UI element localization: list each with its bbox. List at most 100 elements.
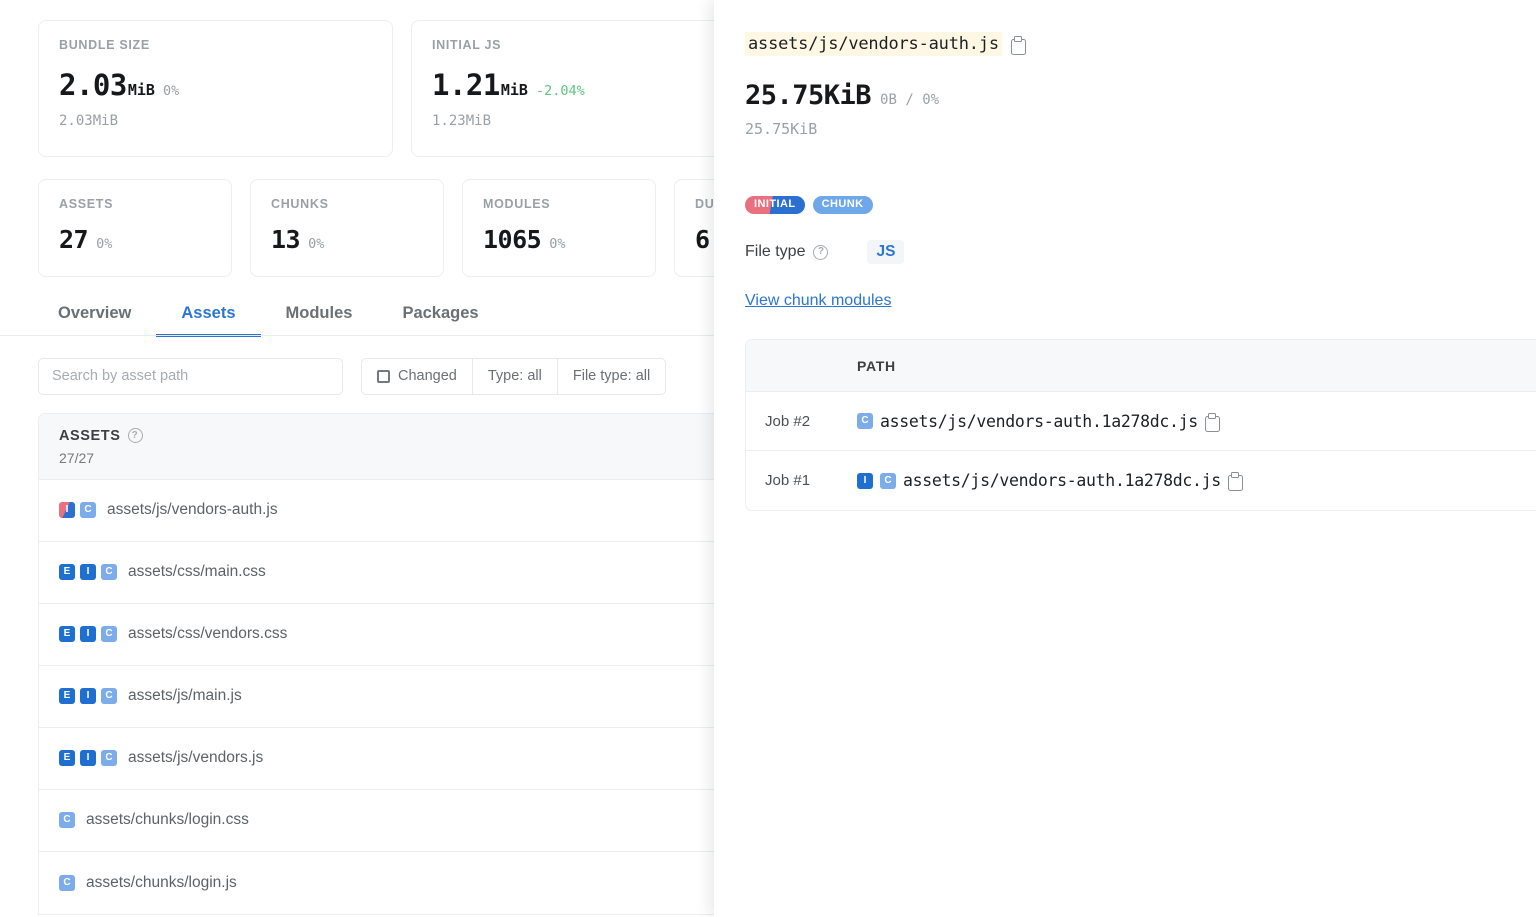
filter-changed-button[interactable]: Changed: [362, 358, 473, 394]
detail-size-delta: 0B / 0%: [880, 92, 940, 108]
stat-value-delta: 0%: [549, 235, 566, 252]
filter-segment-group: Changed Type: all File type: all: [361, 357, 667, 395]
stat-card-bundle-size[interactable]: BUNDLE SIZE 2.03 MiB 0% 2.03MiB: [38, 20, 393, 157]
chunk-badge-icon: C: [59, 812, 75, 828]
stat-value-number: 1.21: [432, 67, 500, 102]
detail-asset-path: assets/js/vendors-auth.js: [745, 32, 1002, 56]
entry-badge-icon: E: [59, 688, 75, 704]
stat-card-initial-js[interactable]: INITIAL JS 1.21 MiB -2.04% 1.23MiB: [411, 20, 766, 157]
asset-path-label: assets/chunks/login.css: [86, 811, 249, 828]
tab-modules[interactable]: Modules: [261, 305, 378, 336]
stat-value-number: 2.03: [59, 67, 127, 102]
tab-assets[interactable]: Assets: [156, 305, 261, 336]
stat-value-number: 1065: [483, 224, 542, 254]
view-chunk-modules-link[interactable]: View chunk modules: [745, 292, 891, 310]
stat-card-value: 2.03 MiB 0%: [59, 68, 372, 102]
detail-file-type-row: File type ? JS: [745, 240, 1536, 264]
stat-value-delta: 0%: [308, 235, 325, 252]
status-badge-chunk: CHUNK: [812, 196, 873, 214]
chunk-badge-icon: C: [59, 874, 75, 891]
filter-changed-label: Changed: [398, 368, 457, 384]
stat-card-label: BUNDLE SIZE: [59, 38, 150, 52]
chunk-badge-icon: C: [101, 564, 117, 580]
detail-size-value: 25.75KiB: [745, 80, 872, 111]
stat-card-label: MODULES: [483, 197, 551, 211]
table-header-path: PATH: [857, 357, 896, 374]
entry-badge-icon: E: [59, 564, 75, 580]
chunk-badge-icon: C: [80, 502, 96, 518]
file-type-value: JS: [867, 240, 905, 264]
table-header-row: PATH: [746, 340, 1536, 392]
table-cell-path: I C assets/js/vendors-auth.1a278dc.js: [857, 471, 1243, 491]
stat-value-unit: MiB: [500, 80, 528, 99]
table-cell-job: Job #1: [765, 472, 811, 489]
initial-badge-icon: I: [80, 564, 96, 580]
stat-value-delta: 0%: [96, 235, 113, 252]
checkbox-icon: [377, 369, 390, 383]
stat-card-value: 27 0%: [59, 225, 211, 254]
assets-list-title: ASSETS: [59, 427, 121, 444]
file-type-label-group: File type ?: [745, 243, 829, 261]
file-type-label: File type: [745, 243, 806, 260]
filter-file-type-button[interactable]: File type: all: [558, 359, 665, 394]
table-cell-path: C assets/js/vendors-auth.1a278dc.js: [857, 411, 1220, 432]
stat-card-label: CHUNKS: [271, 197, 329, 211]
copy-icon[interactable]: [1010, 35, 1026, 55]
stat-card-chunks[interactable]: CHUNKS 13 0%: [250, 179, 444, 277]
initial-badge-icon: I: [80, 626, 96, 642]
copy-icon[interactable]: [1227, 472, 1243, 491]
tab-packages[interactable]: Packages: [377, 305, 503, 336]
stat-card-value: 13 0%: [271, 225, 423, 254]
detail-tag-row: INITIAL CHUNK: [745, 196, 1536, 214]
stat-value-number: 13: [271, 224, 301, 254]
chunk-badge-icon: C: [880, 472, 896, 489]
stat-card-baseline: 1.23MiB: [432, 112, 492, 129]
stat-card-value: 1065 0%: [483, 225, 635, 254]
stat-value-delta: 0%: [162, 82, 180, 99]
copy-icon[interactable]: [1204, 412, 1220, 432]
stat-value-unit: MiB: [127, 80, 155, 99]
asset-path-label: assets/js/vendors.js: [128, 749, 264, 766]
entry-badge-icon: E: [59, 750, 75, 766]
chunk-badge-icon: C: [101, 750, 117, 766]
chunk-badge-icon: C: [857, 413, 873, 429]
initial-badge-icon: I: [80, 750, 96, 766]
table-cell-job: Job #2: [765, 412, 811, 430]
stat-card-baseline: 2.03MiB: [59, 112, 119, 129]
status-badge-initial: INITIAL: [745, 196, 805, 214]
stat-value-number: 27: [59, 224, 89, 254]
detail-path-row: assets/js/vendors-auth.js: [745, 32, 1536, 56]
table-row[interactable]: Job #1 I C assets/js/vendors-auth.1a278d…: [746, 451, 1536, 510]
asset-path-label: assets/css/main.css: [128, 563, 266, 580]
stat-value-delta: -2.04%: [535, 82, 585, 99]
jobs-path-table: PATH Job #2 C assets/js/vendors-auth.1a2…: [745, 339, 1536, 511]
asset-path-label: assets/css/vendors.css: [128, 625, 288, 642]
stat-card-label: ASSETS: [59, 197, 114, 211]
help-icon[interactable]: ?: [127, 428, 143, 443]
table-path-label: assets/js/vendors-auth.1a278dc.js: [880, 411, 1198, 431]
stat-card-assets[interactable]: ASSETS 27 0%: [38, 179, 232, 277]
stat-value-number: 6: [695, 224, 710, 254]
stat-card-modules[interactable]: MODULES 1065 0%: [462, 179, 656, 277]
stat-card-label: INITIAL JS: [432, 38, 502, 52]
tab-overview[interactable]: Overview: [55, 305, 156, 336]
filter-type-button[interactable]: Type: all: [473, 358, 558, 394]
table-row[interactable]: Job #2 C assets/js/vendors-auth.1a278dc.…: [746, 392, 1536, 451]
asset-path-label: assets/chunks/login.js: [86, 873, 237, 891]
asset-detail-panel: assets/js/vendors-auth.js 25.75KiB 0B / …: [714, 0, 1536, 917]
search-input[interactable]: [38, 357, 343, 395]
entry-badge-icon: E: [59, 626, 75, 642]
asset-path-label: assets/js/vendors-auth.js: [107, 501, 278, 518]
table-path-label: assets/js/vendors-auth.1a278dc.js: [903, 471, 1221, 490]
chunk-badge-icon: C: [101, 626, 117, 642]
help-icon[interactable]: ?: [813, 244, 829, 260]
chunk-badge-icon: C: [101, 688, 117, 704]
changed-initial-badge-icon: I: [59, 502, 75, 518]
asset-path-label: assets/js/main.js: [128, 687, 242, 704]
app-root: BUNDLE SIZE 2.03 MiB 0% 2.03MiB INITIAL …: [0, 0, 1536, 917]
initial-badge-icon: I: [857, 472, 873, 489]
detail-size-row: 25.75KiB 0B / 0%: [745, 80, 1536, 111]
stat-card-value: 1.21 MiB -2.04%: [432, 68, 745, 102]
initial-badge-icon: I: [80, 688, 96, 704]
detail-size-baseline: 25.75KiB: [745, 120, 818, 138]
